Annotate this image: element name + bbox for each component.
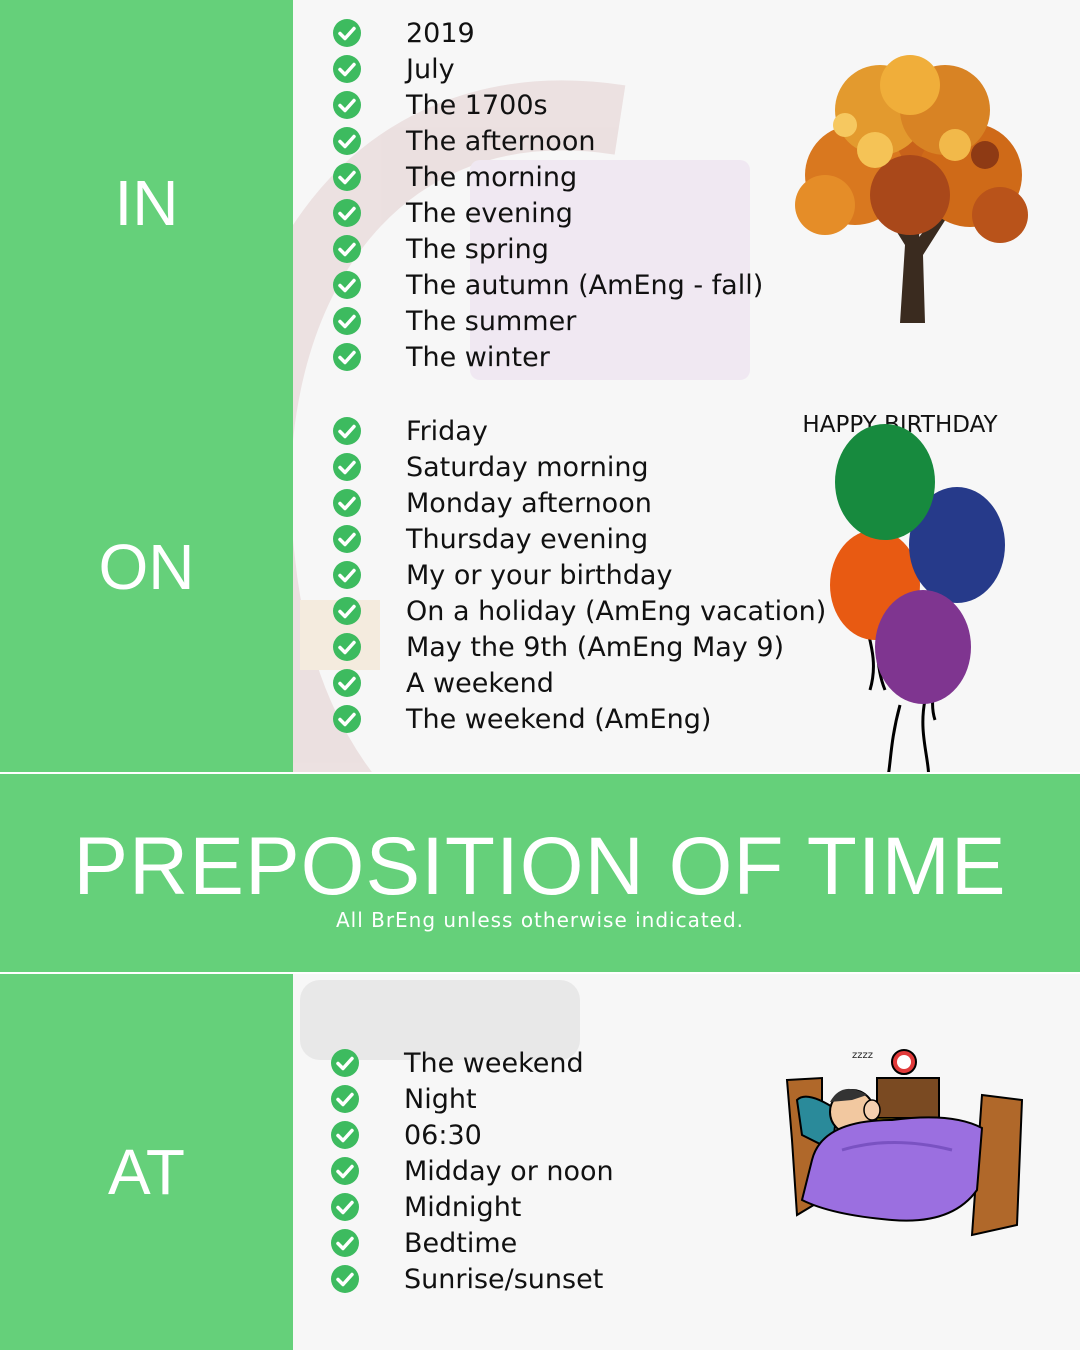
on-item-text: Monday afternoon [406,487,652,519]
in-item-text: The 1700s [406,89,548,121]
in-item-text: July [406,53,455,85]
list-item: July [332,51,763,87]
check-circle-icon [331,1049,359,1077]
at-item-text: The weekend [404,1047,584,1079]
on-item-text: A weekend [406,667,554,699]
check-circle-icon [333,307,361,335]
at-item-text: Midnight [404,1191,522,1223]
check-circle-icon [333,597,361,625]
list-item: Thursday evening [332,521,826,557]
list-item: The weekend (AmEng) [332,701,826,737]
on-list: Friday Saturday morning Monday afternoon… [332,413,826,737]
list-item: Night [330,1081,614,1117]
check-circle-icon [331,1229,359,1257]
at-item-text: Night [404,1083,477,1115]
list-item: Sunrise/sunset [330,1261,614,1297]
list-item: The evening [332,195,763,231]
at-item-text: Sunrise/sunset [404,1263,604,1295]
sleeping-person-illustration: zzzz [785,1049,1024,1237]
on-item-text: My or your birthday [406,559,673,591]
at-item-text: Bedtime [404,1227,518,1259]
svg-text:zzzz: zzzz [852,1050,873,1061]
list-item: The weekend [330,1045,614,1081]
side-panel-in [0,0,293,772]
check-circle-icon [333,91,361,119]
list-item: The morning [332,159,763,195]
check-circle-icon [333,489,361,517]
list-item: The 1700s [332,87,763,123]
list-item: My or your birthday [332,557,826,593]
page-subtitle: All BrEng unless otherwise indicated. [335,908,745,932]
list-item: The afternoon [332,123,763,159]
section-label-at: AT [107,1136,186,1208]
list-item: Friday [332,413,826,449]
check-circle-icon [333,669,361,697]
in-item-text: The winter [406,341,550,373]
list-item: The autumn (AmEng - fall) [332,267,763,303]
list-item: Monday afternoon [332,485,826,521]
in-item-text: The summer [406,305,577,337]
in-item-text: 2019 [406,17,475,49]
list-item: Midnight [330,1189,614,1225]
birthday-balloons-illustration: HAPPY BIRTHDAY [802,412,1005,816]
check-circle-icon [333,343,361,371]
check-circle-icon [333,127,361,155]
check-circle-icon [331,1121,359,1149]
list-item: Bedtime [330,1225,614,1261]
at-item-text: Midday or noon [404,1155,614,1187]
on-item-text: On a holiday (AmEng vacation) [406,595,827,627]
in-item-text: The morning [406,161,578,193]
check-circle-icon [333,19,361,47]
in-item-text: The evening [406,197,573,229]
check-circle-icon [333,55,361,83]
list-item: Midday or noon [330,1153,614,1189]
page-title: PREPOSITION OF TIME [73,821,1007,912]
section-label-on: ON [98,531,195,603]
check-circle-icon [333,235,361,263]
in-item-text: The autumn (AmEng - fall) [406,269,764,301]
check-circle-icon [333,453,361,481]
list-item: On a holiday (AmEng vacation) [332,593,826,629]
check-circle-icon [331,1157,359,1185]
in-item-text: The afternoon [406,125,596,157]
list-item: The spring [332,231,763,267]
check-circle-icon [333,561,361,589]
section-label-in: IN [114,167,179,239]
autumn-tree-illustration [795,55,1028,323]
on-item-text: May the 9th (AmEng May 9) [406,631,785,663]
at-list: The weekend Night 06:30 Midday or noon M… [330,1045,614,1297]
in-list: 2019 July The 1700s The afternoon The mo… [332,15,763,375]
check-circle-icon [331,1193,359,1221]
check-circle-icon [333,525,361,553]
list-item: May the 9th (AmEng May 9) [332,629,826,665]
at-item-text: 06:30 [404,1119,482,1151]
list-item: The summer [332,303,763,339]
on-item-text: Thursday evening [406,523,649,555]
check-circle-icon [333,271,361,299]
list-item: 2019 [332,15,763,51]
on-item-text: Saturday morning [406,451,649,483]
check-circle-icon [331,1265,359,1293]
on-item-text: The weekend (AmEng) [406,703,712,735]
check-circle-icon [333,163,361,191]
list-item: Saturday morning [332,449,826,485]
check-circle-icon [333,705,361,733]
check-circle-icon [333,417,361,445]
list-item: The winter [332,339,763,375]
check-circle-icon [331,1085,359,1113]
check-circle-icon [333,199,361,227]
on-item-text: Friday [406,415,488,447]
list-item: 06:30 [330,1117,614,1153]
list-item: A weekend [332,665,826,701]
check-circle-icon [333,633,361,661]
in-item-text: The spring [406,233,549,265]
